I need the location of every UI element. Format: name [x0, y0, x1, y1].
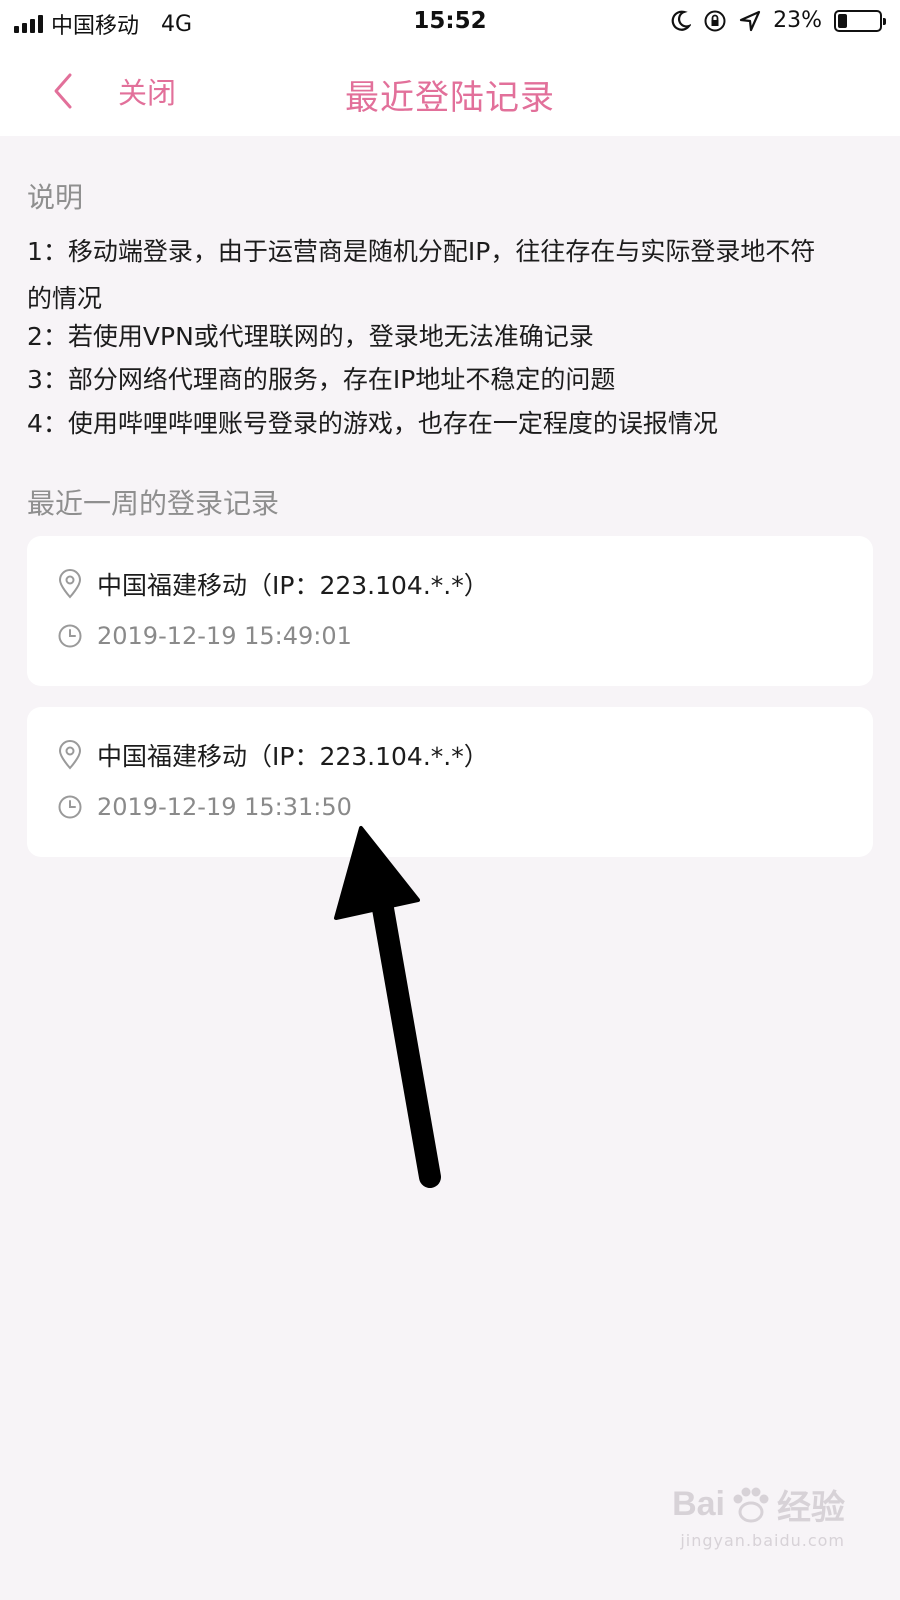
- record-time-row: 2019-12-19 15:31:50: [57, 792, 352, 822]
- watermark-brand: Bai: [672, 1485, 725, 1523]
- location-pin-icon: [58, 740, 82, 770]
- clock-icon: [58, 624, 82, 648]
- login-record-card: 中国福建移动（IP：223.104.*.*） 2019-12-19 15:49:…: [27, 536, 873, 686]
- location-arrow-icon: [739, 10, 761, 31]
- battery-percent: 23%: [773, 8, 822, 33]
- record-location: 中国福建移动（IP：223.104.*.*）: [97, 571, 489, 600]
- login-record-card: 中国福建移动（IP：223.104.*.*） 2019-12-19 15:31:…: [27, 707, 873, 857]
- watermark-logo: Bai 经验: [672, 1480, 845, 1529]
- record-location: 中国福建移动（IP：223.104.*.*）: [97, 742, 489, 771]
- record-time: 2019-12-19 15:31:50: [97, 793, 352, 821]
- battery-level: [838, 13, 848, 28]
- paw-icon: [733, 1487, 769, 1522]
- description-line: 3：部分网络代理商的服务，存在IP地址不稳定的问题: [27, 365, 616, 394]
- description-line: 1：移动端登录，由于运营商是随机分配IP，往往存在与实际登录地不符: [27, 237, 816, 266]
- page-title: 最近登陆记录: [345, 78, 555, 118]
- record-location-row: 中国福建移动（IP：223.104.*.*）: [57, 566, 489, 602]
- record-location-row: 中国福建移动（IP：223.104.*.*）: [57, 737, 489, 773]
- status-bar: 中国移动 4G 15:52 23%: [0, 0, 900, 46]
- status-right: 23%: [671, 8, 886, 33]
- description-line: 4：使用哔哩哔哩账号登录的游戏，也存在一定程度的误报情况: [27, 409, 718, 438]
- description-heading: 说明: [27, 181, 84, 214]
- location-pin-icon: [58, 569, 82, 599]
- watermark-url: jingyan.baidu.com: [680, 1531, 845, 1550]
- description-line: 2：若使用VPN或代理联网的，登录地无法准确记录: [27, 322, 594, 351]
- watermark-brand-2: 经验: [777, 1489, 845, 1527]
- battery-icon: [834, 9, 886, 32]
- records-heading: 最近一周的登录记录: [27, 487, 280, 520]
- clock-icon: [58, 795, 82, 819]
- orientation-lock-icon: [704, 10, 726, 31]
- record-time: 2019-12-19 15:49:01: [97, 622, 352, 650]
- moon-icon: [671, 10, 692, 31]
- baidu-watermark: Bai 经验 jingyan.baidu.com: [672, 1480, 845, 1550]
- record-time-row: 2019-12-19 15:49:01: [57, 621, 352, 651]
- nav-bar: 关闭 最近登陆记录: [0, 46, 900, 136]
